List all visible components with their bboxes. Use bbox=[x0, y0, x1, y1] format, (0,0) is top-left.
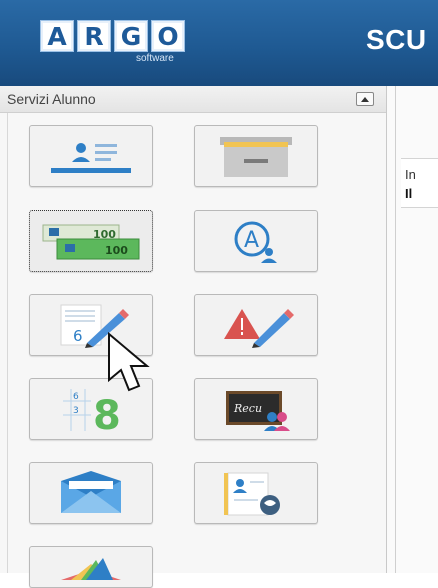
notes-warning-icon bbox=[224, 309, 294, 348]
info-text-line2: Il bbox=[405, 186, 413, 201]
services-panel: Servizi Alunno 100 100 A 6 6 3 8 Recu bbox=[0, 86, 387, 588]
info-text-line1: In bbox=[405, 167, 416, 182]
tile-messages[interactable] bbox=[29, 462, 153, 524]
logo-letter-a: A bbox=[40, 20, 74, 52]
score-digit-a: 6 bbox=[73, 392, 79, 402]
scores-icon: 6 3 8 bbox=[63, 389, 121, 433]
mouse-cursor-icon bbox=[108, 332, 150, 392]
content-divider bbox=[395, 86, 396, 573]
fee-payments-icon: 100 100 bbox=[42, 224, 140, 260]
argo-logo: A R G O bbox=[40, 20, 185, 52]
logo-letter-r: R bbox=[77, 20, 111, 52]
logo-subtitle: software bbox=[136, 53, 174, 64]
tile-recovery[interactable]: Recu bbox=[194, 378, 318, 440]
tile-student-card[interactable] bbox=[29, 125, 153, 187]
curriculum-icon bbox=[224, 472, 280, 516]
recovery-icon: Recu bbox=[226, 391, 290, 431]
logo-letter-g: G bbox=[114, 20, 148, 52]
collapse-panel-button[interactable] bbox=[356, 92, 374, 106]
logo-letter-o: O bbox=[151, 20, 185, 52]
tile-extra[interactable] bbox=[29, 546, 153, 588]
score-digit-b: 3 bbox=[73, 406, 79, 416]
bill-value-2: 100 bbox=[105, 244, 128, 257]
colorful-fan-icon bbox=[61, 558, 121, 580]
tile-absences[interactable]: A bbox=[194, 210, 318, 272]
main-content: In Il bbox=[387, 86, 438, 573]
absences-icon: A bbox=[234, 221, 277, 263]
student-card-icon bbox=[51, 143, 131, 173]
panel-divider bbox=[7, 113, 8, 573]
app-title: SCU bbox=[366, 24, 427, 55]
app-header: A R G O software SCU bbox=[0, 0, 438, 86]
tile-notes[interactable] bbox=[194, 294, 318, 356]
board-text: Recu bbox=[233, 402, 262, 415]
tile-fee-payments[interactable]: 100 100 bbox=[29, 210, 153, 272]
tile-curriculum[interactable] bbox=[194, 462, 318, 524]
panel-title: Servizi Alunno bbox=[7, 91, 96, 107]
info-box: In Il bbox=[401, 158, 438, 208]
grade-digit: 6 bbox=[73, 327, 83, 345]
score-digit-big: 8 bbox=[93, 393, 121, 433]
file-cabinet-icon bbox=[220, 137, 292, 177]
svg-text:A: A bbox=[244, 228, 259, 253]
tile-file-cabinet[interactable] bbox=[194, 125, 318, 187]
panel-header: Servizi Alunno bbox=[0, 86, 386, 113]
messages-icon bbox=[61, 471, 121, 513]
